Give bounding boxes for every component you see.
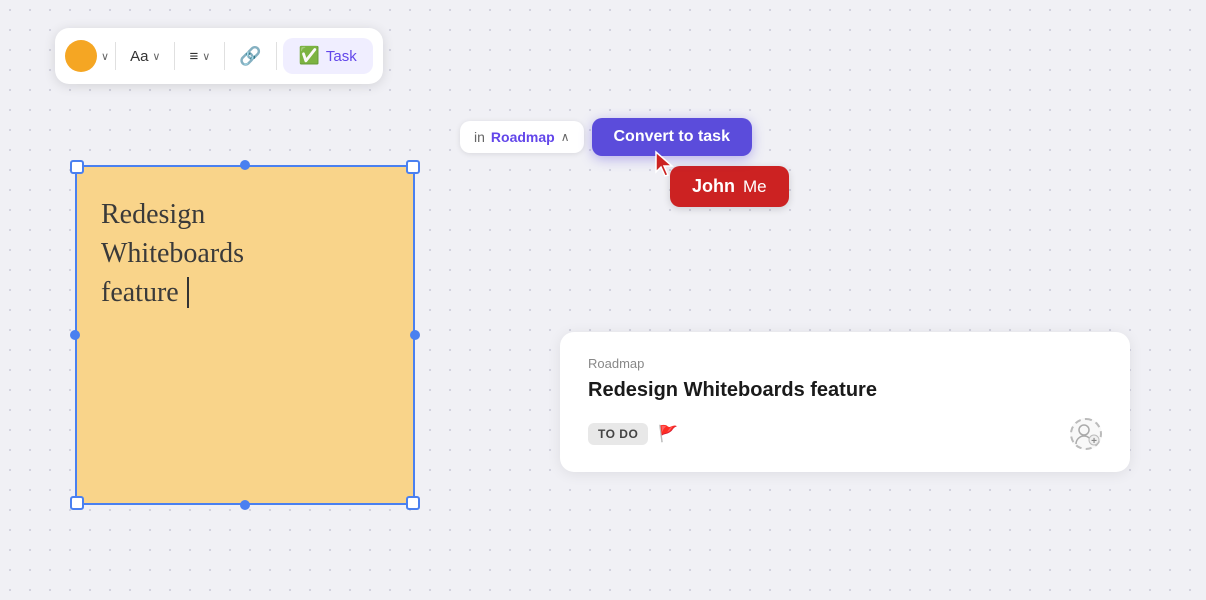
font-style-button[interactable]: Aa ∨ (122, 42, 168, 71)
handle-bottom-left[interactable] (70, 496, 84, 510)
handle-mid-right[interactable] (410, 330, 420, 340)
handle-top-left[interactable] (70, 160, 84, 174)
align-button[interactable]: ≡ ∨ (181, 42, 218, 71)
task-card: Roadmap Redesign Whiteboards feature TO … (560, 332, 1130, 472)
color-chevron-icon: ∨ (101, 50, 109, 63)
in-text: in (474, 129, 485, 145)
handle-bottom-right[interactable] (406, 496, 420, 510)
assign-user-button[interactable]: + (1070, 418, 1102, 450)
convert-popup: in Roadmap ∧ Convert to task John Me (460, 118, 789, 207)
toolbar-divider-2 (174, 42, 175, 70)
svg-text:+: + (1091, 436, 1097, 447)
toolbar-divider-3 (224, 42, 225, 70)
color-picker-button[interactable] (65, 40, 97, 72)
roadmap-bar: in Roadmap ∧ Convert to task (460, 118, 789, 156)
roadmap-chevron-icon: ∧ (561, 130, 570, 144)
john-label: John (692, 176, 735, 197)
task-card-footer: TO DO 🚩 + (588, 418, 1102, 450)
task-button-label: Task (326, 48, 357, 65)
link-button[interactable]: 🔗 (231, 40, 269, 73)
todo-status-badge[interactable]: TO DO (588, 423, 648, 445)
roadmap-label: in Roadmap ∧ (460, 121, 584, 153)
toolbar-divider-4 (276, 42, 277, 70)
flag-icon: 🚩 (658, 424, 678, 444)
toolbar-divider-1 (115, 42, 116, 70)
sticky-note[interactable]: RedesignWhiteboardsfeature (75, 165, 415, 505)
font-chevron-icon: ∨ (152, 50, 160, 63)
me-label: Me (743, 177, 767, 197)
handle-mid-top[interactable] (240, 160, 250, 170)
align-chevron-icon: ∨ (202, 50, 210, 63)
font-label: Aa (130, 48, 148, 65)
task-button[interactable]: ✅ Task (283, 38, 373, 74)
handle-top-right[interactable] (406, 160, 420, 174)
roadmap-link[interactable]: Roadmap (491, 129, 555, 145)
link-icon: 🔗 (239, 46, 261, 67)
task-checkmark-icon: ✅ (299, 46, 320, 66)
convert-to-task-button[interactable]: Convert to task (592, 118, 752, 156)
handle-mid-left[interactable] (70, 330, 80, 340)
formatting-toolbar: ∨ Aa ∨ ≡ ∨ 🔗 ✅ Task (55, 28, 383, 84)
john-me-badge: John Me (670, 166, 789, 207)
sticky-note-text: RedesignWhiteboardsfeature (101, 195, 244, 313)
align-icon: ≡ (189, 48, 198, 65)
task-card-title: Redesign Whiteboards feature (588, 379, 1102, 402)
task-card-project: Roadmap (588, 356, 1102, 371)
handle-mid-bottom[interactable] (240, 500, 250, 510)
